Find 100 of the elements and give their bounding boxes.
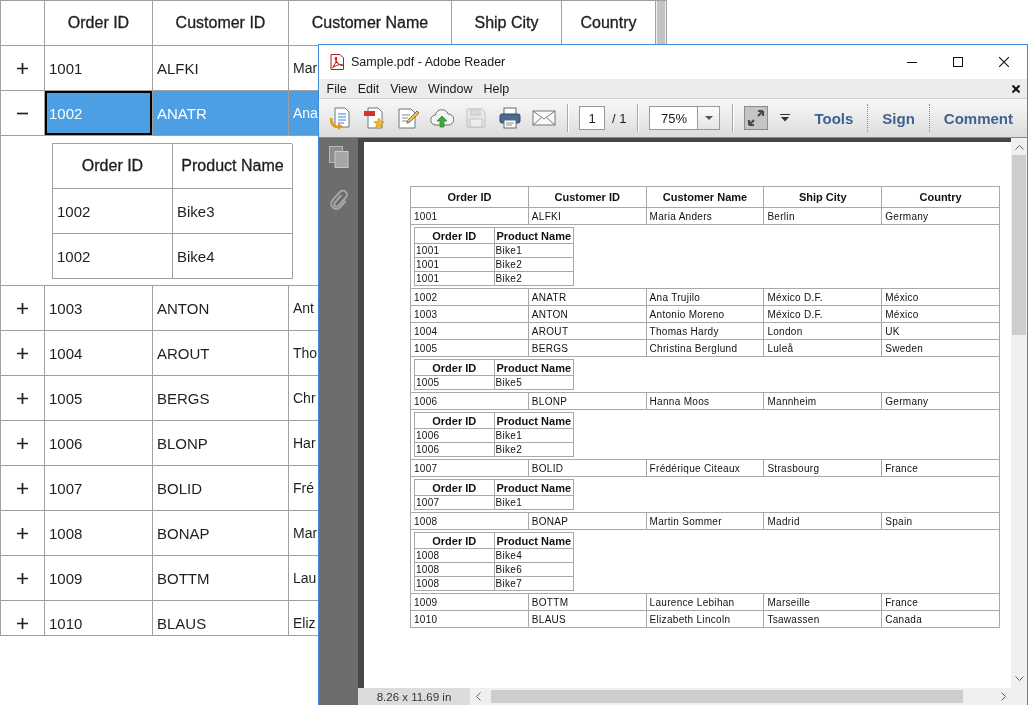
column-header: Order ID xyxy=(414,227,494,244)
column-header[interactable]: Order ID xyxy=(53,144,173,189)
scrollbar[interactable] xyxy=(470,688,1011,705)
column-header: Product Name xyxy=(494,359,574,376)
scrollbar-thumb[interactable] xyxy=(1012,155,1026,335)
menu-item[interactable]: Window xyxy=(422,81,479,96)
table-cell: BOLID xyxy=(528,459,647,477)
minimize-icon[interactable] xyxy=(907,61,917,63)
table-cell: 1008 xyxy=(414,576,494,591)
table-cell: BOTTM xyxy=(153,556,289,601)
table-cell: 1002 xyxy=(53,234,173,279)
pane-button[interactable]: Tools xyxy=(800,109,868,127)
table-cell: Madrid xyxy=(763,512,882,530)
plus-icon[interactable] xyxy=(17,347,28,359)
table-cell: Hanna Moos xyxy=(646,392,764,410)
table-cell: BLAUS xyxy=(528,610,647,628)
pane-button[interactable]: Sign xyxy=(868,109,929,127)
paperclip-icon[interactable] xyxy=(328,189,349,211)
plus-icon[interactable] xyxy=(17,392,28,404)
table-cell: Spain xyxy=(881,512,1000,530)
table-cell: 1010 xyxy=(410,610,529,628)
table-cell: 1006 xyxy=(410,392,529,410)
table-cell: Berlin xyxy=(763,207,882,225)
plus-icon[interactable] xyxy=(17,62,28,74)
page-size-label: 8.26 x 11.69 in xyxy=(358,688,470,705)
table-cell: 1007 xyxy=(410,459,529,477)
menu-item[interactable]: Edit xyxy=(352,81,385,96)
plus-icon[interactable] xyxy=(17,572,28,584)
table-cell: Bike2 xyxy=(494,442,574,457)
table-cell: Ana Trujilo xyxy=(646,288,764,306)
plus-icon[interactable] xyxy=(17,482,28,494)
column-header[interactable]: Product Name xyxy=(173,144,293,189)
column-header: Order ID xyxy=(414,359,494,376)
chevron-right-icon[interactable] xyxy=(1001,692,1006,701)
table-cell: Bike4 xyxy=(494,548,574,563)
table-cell: ANATR xyxy=(528,288,647,306)
table-cell: BLONP xyxy=(153,421,289,466)
chevron-down-icon[interactable] xyxy=(1014,676,1024,681)
table-cell: London xyxy=(763,322,882,340)
table-cell: Germany xyxy=(881,207,1000,225)
menu-item[interactable]: Help xyxy=(478,81,515,96)
page-number-field[interactable]: 1 xyxy=(579,106,605,130)
document-star-icon[interactable] xyxy=(362,106,386,130)
table-cell: 1010 xyxy=(45,601,153,635)
chevron-left-icon[interactable] xyxy=(476,692,481,701)
column-header: Customer ID xyxy=(528,186,647,208)
cloud-upload-icon[interactable] xyxy=(430,106,454,130)
table-cell: 1001 xyxy=(414,257,494,272)
column-header: Country xyxy=(881,186,1000,208)
plus-icon[interactable] xyxy=(17,617,28,629)
menu-item[interactable]: File xyxy=(321,81,353,96)
caret-icon[interactable] xyxy=(780,114,791,122)
table-cell: Marseille xyxy=(763,593,882,611)
table-cell: Frédérique Citeaux xyxy=(646,459,764,477)
table-cell: México xyxy=(881,305,1000,323)
column-header: Order ID xyxy=(414,532,494,549)
pane-button[interactable]: Comment xyxy=(929,109,1027,127)
plus-icon[interactable] xyxy=(17,302,28,314)
table-cell: 1001 xyxy=(414,243,494,258)
column-header[interactable]: Customer ID xyxy=(153,1,289,46)
table-cell: France xyxy=(881,593,1000,611)
menu-item[interactable]: View xyxy=(384,81,423,96)
table-cell: BOLID xyxy=(153,466,289,511)
table-cell: ANATR xyxy=(153,91,289,136)
zoom-field[interactable]: 75% xyxy=(649,106,699,130)
diagonal-arrows-icon[interactable] xyxy=(744,106,769,130)
table-cell: 1005 xyxy=(45,376,153,421)
pages-icon[interactable] xyxy=(328,146,349,168)
column-header: Ship City xyxy=(763,186,882,208)
plus-icon[interactable] xyxy=(17,437,28,449)
table-cell: 1002 xyxy=(45,91,153,136)
close-icon[interactable] xyxy=(1012,84,1020,93)
table-cell: Bike1 xyxy=(494,243,574,258)
table-cell: Elizabeth Lincoln xyxy=(646,610,764,628)
column-header: Product Name xyxy=(494,227,574,244)
table-cell: México D.F. xyxy=(763,305,882,323)
table-cell: Sweden xyxy=(881,339,1000,357)
close-icon[interactable] xyxy=(999,57,1009,67)
plus-icon[interactable] xyxy=(17,527,28,539)
scrollbar[interactable] xyxy=(1011,138,1027,688)
table-cell: AROUT xyxy=(153,331,289,376)
scrollbar-thumb[interactable] xyxy=(491,690,963,703)
table-cell: Luleå xyxy=(763,339,882,357)
print-icon[interactable] xyxy=(498,106,522,130)
table-cell: Bike1 xyxy=(494,495,574,510)
table-cell: Maria Anders xyxy=(646,207,764,225)
table-cell: 1002 xyxy=(410,288,529,306)
chevron-up-icon[interactable] xyxy=(1014,145,1024,150)
document-pencil-icon[interactable] xyxy=(396,106,420,130)
column-header: Customer Name xyxy=(646,186,764,208)
column-header[interactable]: Order ID xyxy=(45,1,153,46)
table-cell: 1007 xyxy=(414,495,494,510)
scrollbar-thumb[interactable] xyxy=(657,1,665,44)
window-title: Sample.pdf - Adobe Reader xyxy=(351,55,506,69)
table-cell: 1008 xyxy=(410,512,529,530)
table-cell: Bike4 xyxy=(173,234,293,279)
table-cell: BLAUS xyxy=(153,601,289,635)
maximize-icon[interactable] xyxy=(953,57,963,67)
dropdown-button[interactable] xyxy=(698,106,721,130)
table-cell: Bike3 xyxy=(173,189,293,234)
